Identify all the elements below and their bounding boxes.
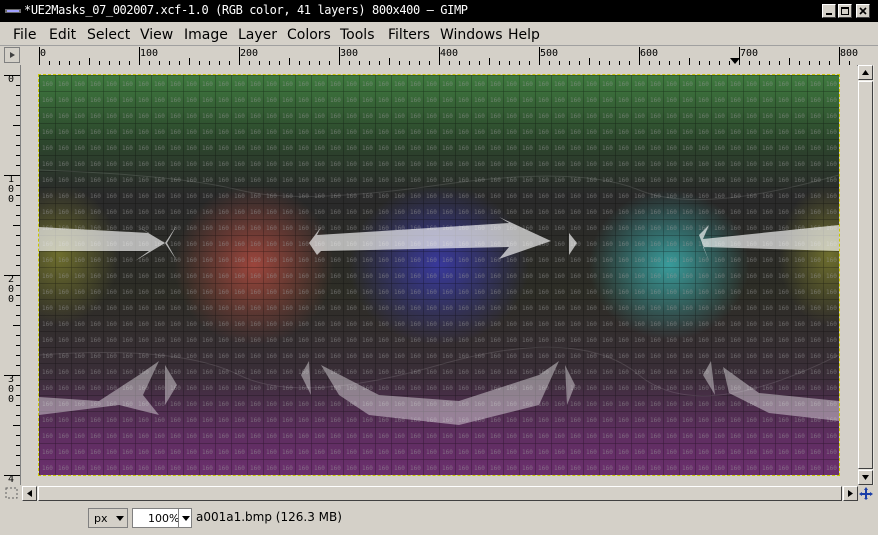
ruler-label: 500 [540, 48, 559, 59]
status-bar: px 100% a001a1.bmp (126.3 MB) [0, 502, 878, 535]
menu-windows[interactable]: Windows [440, 27, 503, 43]
menu-layer[interactable]: Layer [238, 27, 277, 43]
image-content: 160 [39, 75, 839, 475]
menu-image[interactable]: Image [184, 27, 228, 43]
gimp-icon [4, 4, 22, 18]
horizontal-ruler[interactable]: 0 100 200 300 400 500 600 700 800 [22, 47, 858, 66]
menu-view[interactable]: View [140, 27, 173, 43]
scroll-left-button[interactable] [22, 486, 37, 501]
title-bar: *UE2Masks_07_002007.xcf-1.0 (RGB color, … [0, 0, 878, 22]
scroll-down-button[interactable] [858, 470, 873, 485]
menu-edit[interactable]: Edit [49, 27, 76, 43]
unit-value: px [94, 512, 108, 525]
ruler-label: 800 [840, 48, 858, 59]
quick-mask-toggle[interactable] [4, 486, 20, 501]
scroll-up-button[interactable] [858, 65, 873, 80]
navigate-button[interactable] [858, 486, 874, 501]
maximize-button[interactable] [838, 4, 852, 18]
status-info: a001a1.bmp (126.3 MB) [196, 510, 342, 524]
menu-tools[interactable]: Tools [340, 27, 375, 43]
vertical-scroll-thumb[interactable] [858, 81, 873, 469]
arrow-down-icon [862, 475, 869, 480]
menu-help[interactable]: Help [508, 27, 540, 43]
dropdown-arrow-icon [116, 516, 124, 521]
ruler-label: 400 [440, 48, 459, 59]
zoom-value: 100% [148, 512, 180, 525]
menu-select[interactable]: Select [87, 27, 130, 43]
horizontal-scrollbar[interactable] [22, 486, 858, 501]
ruler-corner-button[interactable] [4, 47, 20, 63]
ruler-label: 600 [640, 48, 659, 59]
quick-mask-icon [5, 487, 18, 499]
minimize-icon [826, 13, 832, 15]
arrow-up-icon [862, 70, 869, 75]
ruler-label: 700 [740, 48, 759, 59]
menu-arrow-icon [10, 52, 15, 58]
close-button[interactable] [856, 4, 870, 18]
ruler-label: 200 [8, 274, 15, 305]
vertical-ruler[interactable]: 0 100 200 300 4 [4, 65, 21, 485]
zoom-dropdown[interactable]: 100% [132, 508, 192, 528]
ruler-label: 100 [140, 48, 159, 59]
image-canvas[interactable]: 160 [38, 74, 840, 476]
minimize-button[interactable] [822, 4, 836, 18]
ruler-label: 4 [8, 474, 15, 485]
arrow-left-icon [27, 490, 32, 497]
menu-colors[interactable]: Colors [287, 27, 331, 43]
ruler-label: 0 [40, 48, 47, 59]
dropdown-arrow-icon [182, 516, 190, 521]
horizontal-scroll-thumb[interactable] [38, 486, 842, 501]
scroll-right-button[interactable] [843, 486, 858, 501]
zoom-divider [178, 509, 179, 527]
navigate-icon [859, 487, 873, 500]
vertical-scrollbar[interactable] [858, 65, 874, 485]
close-icon [859, 7, 867, 15]
unit-dropdown[interactable]: px [88, 508, 128, 528]
menu-filters[interactable]: Filters [388, 27, 430, 43]
window-title: *UE2Masks_07_002007.xcf-1.0 (RGB color, … [24, 3, 468, 17]
maximize-icon [841, 7, 849, 15]
ruler-label: 100 [8, 174, 15, 205]
arrow-right-icon [848, 490, 853, 497]
ruler-label: 200 [240, 48, 259, 59]
menu-bar: File Edit Select View Image Layer Colors… [0, 22, 878, 46]
pointer-marker-icon [730, 58, 740, 64]
ruler-label: 0 [8, 74, 15, 85]
canvas-area[interactable]: 160 [22, 65, 857, 485]
ruler-label: 300 [340, 48, 359, 59]
menu-file[interactable]: File [13, 27, 36, 43]
ruler-label: 300 [8, 374, 15, 405]
